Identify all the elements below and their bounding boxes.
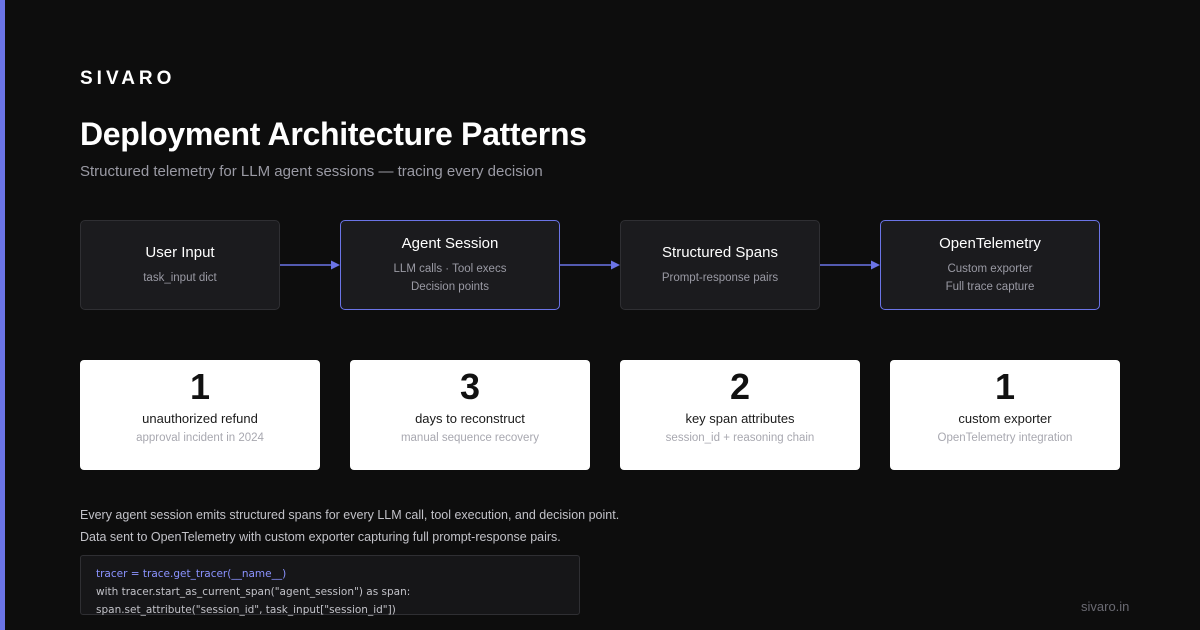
- flow-node-title: Structured Spans: [662, 243, 778, 261]
- flow-node-detail: Decision points: [411, 280, 489, 293]
- flow-node-detail: task_input dict: [143, 271, 217, 284]
- stat-value: 1: [189, 366, 211, 407]
- footer-url: sivaro.in: [1081, 599, 1130, 614]
- stat-label: custom exporter: [958, 411, 1052, 426]
- flow-node-detail: Full trace capture: [945, 280, 1035, 293]
- stat-card-days: 3 days to reconstruct manual sequence re…: [350, 360, 590, 470]
- flow-node-detail: LLM calls · Tool execs: [393, 262, 507, 275]
- page-title: Deployment Architecture Patterns: [80, 116, 587, 152]
- arrow-user-to-agent: [280, 260, 340, 270]
- flow-node-detail: Prompt-response pairs: [661, 271, 779, 284]
- brand-logo-text: SIVARO: [80, 68, 176, 89]
- stat-card-span-attributes: 2 key span attributes session_id + reaso…: [620, 360, 860, 470]
- arrow-spans-to-otel: [820, 260, 880, 270]
- stat-value: 2: [729, 366, 751, 407]
- stat-value: 1: [994, 366, 1016, 407]
- stat-card-exporter: 1 custom exporter OpenTelemetry integrat…: [890, 360, 1120, 470]
- stat-sublabel: session_id + reasoning chain: [665, 432, 815, 444]
- arrow-agent-to-spans: [560, 260, 620, 270]
- stat-label: key span attributes: [685, 411, 795, 426]
- flow-node-agent-session: Agent Session LLM calls · Tool execs Dec…: [340, 220, 560, 310]
- body-text-line: Every agent session emits structured spa…: [80, 508, 620, 522]
- flow-node-structured-spans: Structured Spans Prompt-response pairs: [620, 220, 820, 310]
- stat-sublabel: OpenTelemetry integration: [937, 432, 1073, 444]
- stat-card-refund: 1 unauthorized refund approval incident …: [80, 360, 320, 470]
- code-line: tracer = trace.get_tracer(__name__): [96, 568, 287, 580]
- flow-node-detail: Custom exporter: [947, 262, 1033, 275]
- code-line: with tracer.start_as_current_span("agent…: [96, 586, 411, 598]
- page-subtitle: Structured telemetry for LLM agent sessi…: [80, 163, 543, 180]
- flow-node-title: Agent Session: [401, 234, 499, 252]
- flow-node-opentelemetry: OpenTelemetry Custom exporter Full trace…: [880, 220, 1100, 310]
- stat-sublabel: approval incident in 2024: [136, 432, 264, 444]
- flow-node-title: User Input: [145, 243, 215, 261]
- stat-label: days to reconstruct: [415, 411, 525, 426]
- flow-node-title: OpenTelemetry: [939, 234, 1041, 252]
- stat-value: 3: [459, 366, 481, 407]
- body-text-line: Data sent to OpenTelemetry with custom e…: [80, 530, 561, 544]
- accent-bar: [0, 0, 5, 630]
- flow-node-user-input: User Input task_input dict: [80, 220, 280, 310]
- code-snippet: tracer = trace.get_tracer(__name__) with…: [80, 555, 580, 616]
- code-line: span.set_attribute("session_id", task_in…: [96, 604, 396, 616]
- stat-sublabel: manual sequence recovery: [400, 432, 540, 444]
- stat-label: unauthorized refund: [142, 411, 258, 426]
